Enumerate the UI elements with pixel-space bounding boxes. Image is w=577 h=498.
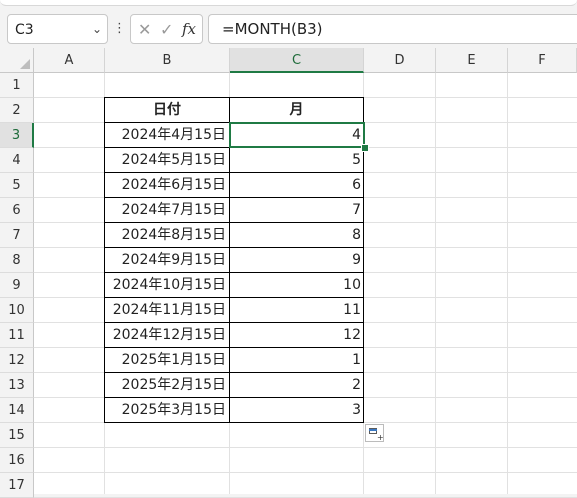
- formula-text: =MONTH(B3): [222, 20, 323, 38]
- month-cell[interactable]: 1: [229, 347, 364, 373]
- row-header-12[interactable]: 12: [0, 348, 34, 373]
- date-cell[interactable]: 2024年7月15日: [104, 197, 230, 223]
- date-cell[interactable]: 2024年9月15日: [104, 247, 230, 273]
- month-cell[interactable]: 6: [229, 172, 364, 198]
- month-cell[interactable]: 5: [229, 147, 364, 173]
- date-cell[interactable]: 2024年10月15日: [104, 272, 230, 298]
- table-header-date[interactable]: 日付: [104, 97, 230, 123]
- gridline: [34, 447, 577, 448]
- column-header-d[interactable]: D: [364, 48, 436, 73]
- cancel-icon[interactable]: ✕: [138, 20, 151, 39]
- month-cell[interactable]: 10: [229, 272, 364, 298]
- quick-analysis-icon[interactable]: +: [365, 424, 384, 442]
- more-options-icon[interactable]: ⋮: [113, 19, 126, 39]
- gridline: [507, 73, 508, 494]
- row-header-16[interactable]: 16: [0, 448, 34, 473]
- formula-input[interactable]: =MONTH(B3): [208, 14, 577, 44]
- fill-handle[interactable]: [361, 144, 369, 152]
- row-header-6[interactable]: 6: [0, 198, 34, 223]
- gridline: [435, 73, 436, 494]
- month-cell[interactable]: 8: [229, 222, 364, 248]
- date-cell[interactable]: 2024年5月15日: [104, 147, 230, 173]
- column-header-e[interactable]: E: [436, 48, 508, 73]
- name-box[interactable]: C3 ⌄: [7, 14, 108, 44]
- row-header-17[interactable]: 17: [0, 473, 34, 498]
- column-header-a[interactable]: A: [34, 48, 105, 73]
- date-cell[interactable]: 2024年8月15日: [104, 222, 230, 248]
- date-cell[interactable]: 2025年2月15日: [104, 372, 230, 398]
- column-header-b[interactable]: B: [105, 48, 230, 73]
- row-header-13[interactable]: 13: [0, 373, 34, 398]
- month-cell[interactable]: 11: [229, 297, 364, 323]
- row-header-7[interactable]: 7: [0, 223, 34, 248]
- date-cell[interactable]: 2025年3月15日: [104, 397, 230, 423]
- row-header-15[interactable]: 15: [0, 423, 34, 448]
- active-cell-border: [229, 122, 365, 148]
- row-header-1[interactable]: 1: [0, 73, 34, 98]
- date-cell[interactable]: 2024年6月15日: [104, 172, 230, 198]
- enter-icon[interactable]: ✓: [160, 20, 173, 39]
- formula-buttons: ✕ ✓ fx: [130, 14, 203, 44]
- spreadsheet-grid[interactable]: A B C D E F 1 2 3 4 5 6 7 8 9 10 11 12 13 14 15 16 17 日付月 2024年4…: [0, 48, 577, 498]
- column-header-c[interactable]: C: [230, 48, 364, 73]
- month-cell[interactable]: 9: [229, 247, 364, 273]
- select-all-button[interactable]: [0, 48, 34, 73]
- month-cell[interactable]: 3: [229, 397, 364, 423]
- date-cell[interactable]: 2024年12月15日: [104, 322, 230, 348]
- row-header-2[interactable]: 2: [0, 98, 34, 123]
- row-header-5[interactable]: 5: [0, 173, 34, 198]
- date-cell[interactable]: 2024年11月15日: [104, 297, 230, 323]
- insert-function-icon[interactable]: fx: [182, 20, 196, 38]
- table-header-month[interactable]: 月: [229, 97, 364, 123]
- row-header-4[interactable]: 4: [0, 148, 34, 173]
- row-header-10[interactable]: 10: [0, 298, 34, 323]
- name-box-value: C3: [15, 22, 34, 38]
- row-header-3[interactable]: 3: [0, 123, 34, 148]
- month-cell[interactable]: 7: [229, 197, 364, 223]
- gridline: [34, 472, 577, 473]
- row-header-14[interactable]: 14: [0, 398, 34, 423]
- month-cell[interactable]: 2: [229, 372, 364, 398]
- column-header-f[interactable]: F: [508, 48, 577, 73]
- ribbon-edge: [0, 0, 577, 10]
- date-cell[interactable]: 2025年1月15日: [104, 347, 230, 373]
- month-cell[interactable]: 12: [229, 322, 364, 348]
- formula-bar: C3 ⌄ ⋮ ✕ ✓ fx =MONTH(B3): [0, 10, 577, 48]
- date-cell[interactable]: 2024年4月15日: [104, 122, 230, 148]
- row-header-11[interactable]: 11: [0, 323, 34, 348]
- chevron-down-icon[interactable]: ⌄: [92, 22, 102, 36]
- row-header-8[interactable]: 8: [0, 248, 34, 273]
- row-header-9[interactable]: 9: [0, 273, 34, 298]
